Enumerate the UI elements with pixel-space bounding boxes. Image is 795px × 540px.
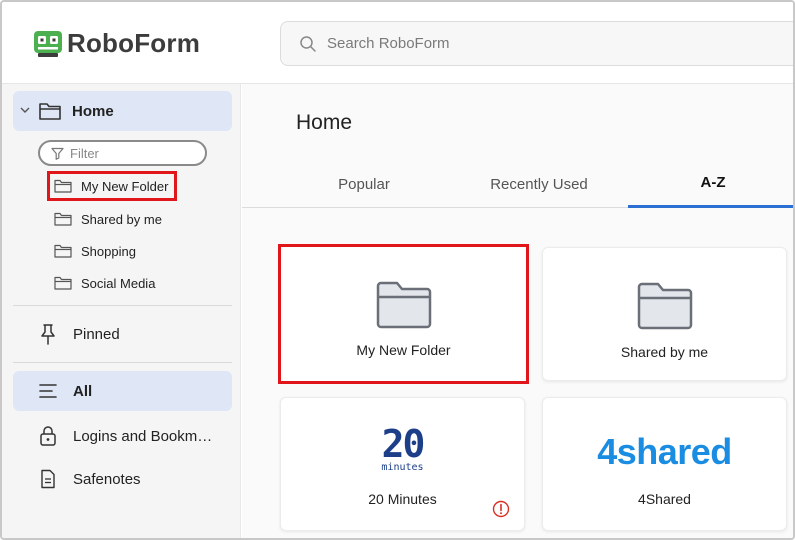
sidebar-item-label: Logins and Bookm… [73, 427, 213, 445]
card-label: 4Shared [638, 491, 691, 507]
sidebar-item-logins[interactable]: Logins and Bookm… [13, 416, 232, 456]
card-20-minutes[interactable]: 20 minutes 20 Minutes [280, 397, 525, 531]
sidebar-item-pinned[interactable]: Pinned [13, 314, 232, 354]
list-icon [28, 383, 68, 399]
folder-label: Shared by me [81, 211, 162, 227]
note-icon [28, 469, 68, 489]
tab-a-z[interactable]: A-Z [628, 160, 793, 208]
sidebar-divider [13, 305, 232, 306]
search-input[interactable] [327, 35, 727, 52]
sidebar-folder-social-media[interactable]: Social Media [47, 268, 155, 298]
search-box[interactable] [280, 21, 793, 66]
20-minutes-logo: 20 minutes [363, 422, 443, 473]
tab-bar: Popular Recently Used A-Z [242, 160, 793, 208]
logo-subtext: minutes [381, 462, 424, 473]
roboform-logo[interactable]: RoboForm [33, 28, 200, 59]
sidebar-item-all[interactable]: All [13, 371, 232, 411]
lock-icon [28, 425, 68, 447]
sidebar-item-home[interactable]: Home [13, 91, 232, 131]
tab-popular[interactable]: Popular [284, 160, 444, 208]
page-title: Home [296, 111, 353, 134]
folder-label: My New Folder [81, 178, 169, 194]
sidebar-divider [13, 362, 232, 363]
filter-input[interactable] [70, 145, 190, 161]
sidebar-folder-shopping[interactable]: Shopping [47, 236, 136, 266]
folder-label: Social Media [81, 275, 156, 291]
sidebar: Home My New Folder Shared by me Shopping… [2, 84, 241, 538]
tab-recently-used[interactable]: Recently Used [454, 160, 624, 208]
sidebar-folder-my-new-folder[interactable]: My New Folder [47, 171, 177, 201]
warning-icon[interactable] [492, 500, 510, 518]
card-my-new-folder[interactable]: My New Folder [278, 244, 529, 384]
folder-icon [54, 276, 72, 290]
folder-label: Shopping [81, 243, 136, 259]
main-content: Home Popular Recently Used A-Z My New Fo… [242, 84, 793, 538]
filter-box[interactable] [38, 140, 207, 166]
folder-icon [637, 282, 692, 330]
pin-icon [28, 323, 68, 345]
card-label: 20 Minutes [368, 491, 437, 507]
sidebar-item-label: Safenotes [73, 470, 141, 488]
logo-text: 20 [381, 422, 426, 466]
sidebar-folder-shared-by-me[interactable]: Shared by me [47, 204, 162, 234]
app-window: RoboForm Home My New Folder Shar [0, 0, 795, 540]
sidebar-item-safenotes[interactable]: Safenotes [13, 459, 232, 499]
sidebar-item-label: Home [72, 103, 114, 120]
card-label: Shared by me [620, 344, 709, 360]
card-4shared[interactable]: 4shared 4Shared [542, 397, 787, 531]
folder-icon [54, 179, 72, 193]
folder-icon [54, 244, 72, 258]
chevron-down-icon[interactable] [19, 104, 31, 116]
robot-logo-icon [34, 30, 62, 57]
folder-icon [39, 103, 61, 120]
card-label: My New Folder [356, 342, 451, 358]
top-bar: RoboForm [2, 2, 793, 84]
card-shared-by-me[interactable]: Shared by me [542, 247, 787, 381]
sidebar-item-label: Pinned [73, 325, 120, 343]
app-name: RoboForm [67, 28, 201, 58]
search-icon [299, 35, 317, 53]
folder-icon [54, 212, 72, 226]
folder-icon [376, 281, 431, 329]
filter-icon [51, 147, 64, 160]
4shared-logo: 4shared [597, 431, 732, 472]
sidebar-item-label: All [73, 382, 93, 400]
